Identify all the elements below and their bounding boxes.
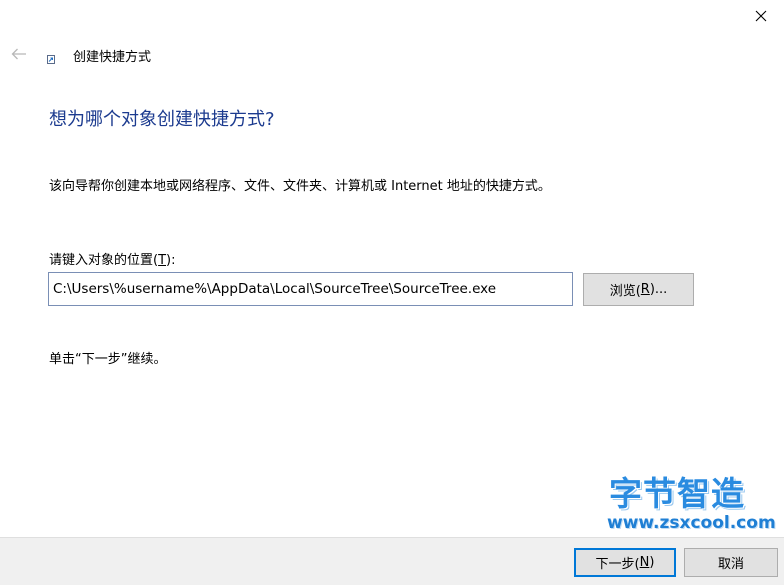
watermark-url: www.zsxcool.com bbox=[607, 513, 776, 533]
browse-button[interactable]: 浏览(R)... bbox=[583, 273, 694, 306]
wizard-title: 创建快捷方式 bbox=[73, 50, 152, 65]
shortcut-icon bbox=[47, 55, 55, 64]
watermark-logo: 字节智造 www.zsxcool.com bbox=[607, 474, 779, 536]
back-button[interactable] bbox=[6, 42, 32, 66]
close-icon bbox=[755, 10, 767, 22]
back-arrow-icon bbox=[11, 48, 26, 60]
close-button[interactable] bbox=[738, 0, 784, 32]
page-heading: 想为哪个对象创建快捷方式? bbox=[49, 109, 275, 130]
next-button[interactable]: 下一步(N) bbox=[574, 548, 676, 577]
create-shortcut-dialog: 创建快捷方式 想为哪个对象创建快捷方式? 该向导帮你创建本地或网络程序、文件、文… bbox=[0, 0, 784, 585]
wizard-description: 该向导帮你创建本地或网络程序、文件、文件夹、计算机或 Internet 地址的快… bbox=[49, 179, 551, 194]
dialog-footer: 下一步(N) 取消 bbox=[0, 537, 784, 585]
location-label: 请键入对象的位置(T): bbox=[49, 253, 176, 268]
watermark-brand: 字节智造 bbox=[609, 474, 745, 513]
cancel-button[interactable]: 取消 bbox=[684, 548, 778, 577]
location-input[interactable] bbox=[48, 272, 573, 306]
continue-hint: 单击“下一步”继续。 bbox=[49, 352, 167, 367]
